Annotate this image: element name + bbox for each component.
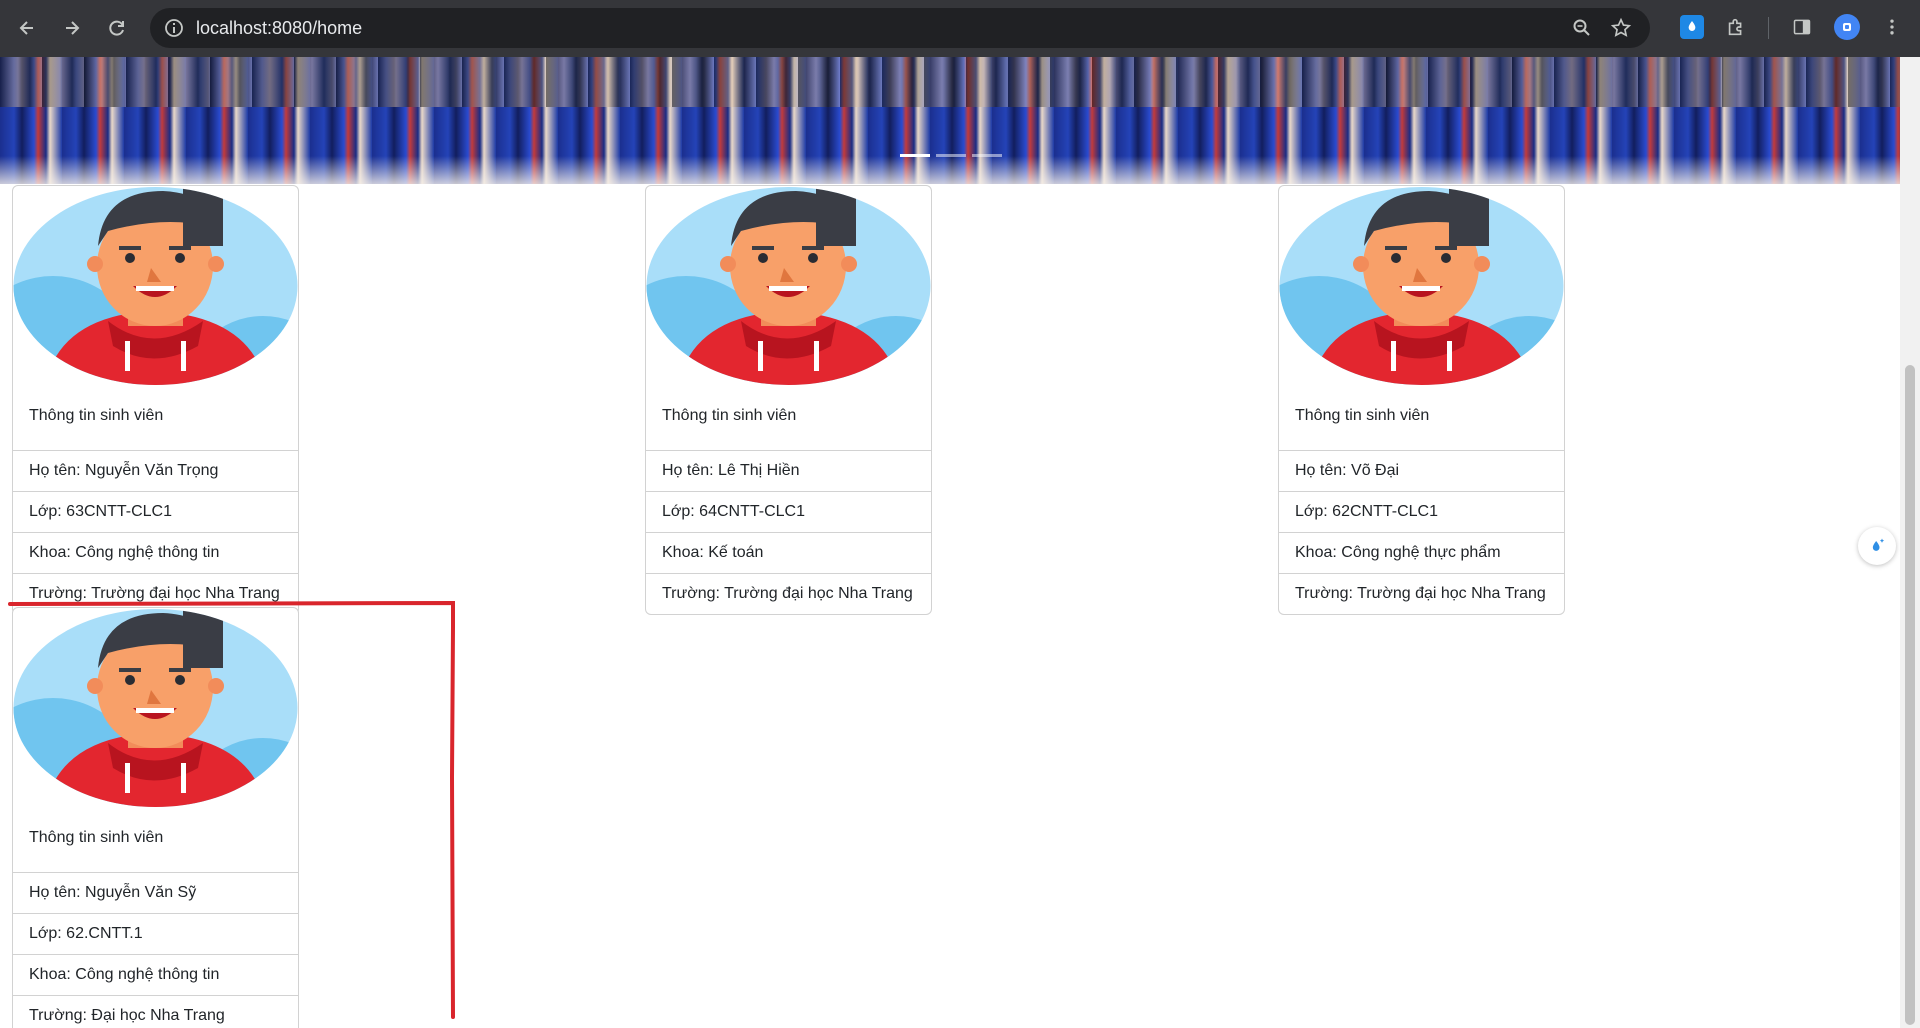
sparkle-drop-icon bbox=[1872, 538, 1885, 551]
student-info-list: Họ tên: Lê Thị Hiền Lớp: 64CNTT-CLC1 Kho… bbox=[646, 450, 931, 614]
reload-icon bbox=[109, 20, 124, 36]
browser-toolbar: localhost:8080/home bbox=[0, 0, 1920, 57]
student-card: Thông tin sinh viên Họ tên: Lê Thị Hiền … bbox=[645, 185, 932, 615]
student-class: Lớp: 63CNTT-CLC1 bbox=[13, 491, 298, 532]
banner-fade bbox=[0, 156, 1900, 184]
menu-icon[interactable] bbox=[1880, 15, 1904, 39]
student-card: Thông tin sinh viên Họ tên: Nguyễn Văn T… bbox=[12, 185, 299, 615]
student-card: Thông tin sinh viên Họ tên: Võ Đại Lớp: … bbox=[1278, 185, 1565, 615]
back-icon bbox=[19, 21, 33, 35]
card-title: Thông tin sinh viên bbox=[1295, 407, 1430, 424]
forward-button[interactable] bbox=[58, 14, 86, 42]
address-bar[interactable]: localhost:8080/home bbox=[150, 8, 1650, 48]
student-name: Họ tên: Võ Đại bbox=[1279, 450, 1564, 491]
student-faculty: Khoa: Kế toán bbox=[646, 532, 931, 573]
student-faculty: Khoa: Công nghệ thực phẩm bbox=[1279, 532, 1564, 573]
red-annotation-line bbox=[8, 600, 455, 1019]
floating-assistant-button[interactable] bbox=[1858, 527, 1896, 565]
url-text[interactable]: localhost:8080/home bbox=[196, 18, 362, 38]
carousel-indicator[interactable] bbox=[936, 154, 966, 157]
profile-icon[interactable] bbox=[1834, 14, 1860, 40]
zoom-icon[interactable] bbox=[1572, 18, 1592, 38]
card-title: Thông tin sinh viên bbox=[662, 407, 797, 424]
side-panel-icon[interactable] bbox=[1790, 15, 1814, 39]
student-name: Họ tên: Lê Thị Hiền bbox=[646, 450, 931, 491]
student-name: Họ tên: Nguyễn Văn Trọng bbox=[13, 450, 298, 491]
carousel-indicator[interactable] bbox=[900, 154, 930, 157]
toolbar-separator bbox=[1768, 17, 1769, 39]
forward-icon bbox=[66, 21, 80, 35]
student-info-list: Họ tên: Võ Đại Lớp: 62CNTT-CLC1 Khoa: Cô… bbox=[1279, 450, 1564, 614]
student-school: Trường: Trường đại học Nha Trang bbox=[646, 573, 931, 614]
student-faculty: Khoa: Công nghệ thông tin bbox=[13, 532, 298, 573]
student-info-list: Họ tên: Nguyễn Văn Trọng Lớp: 63CNTT-CLC… bbox=[13, 450, 298, 614]
card-title: Thông tin sinh viên bbox=[29, 407, 164, 424]
page-scrollbar[interactable] bbox=[1900, 57, 1920, 1028]
puzzle-icon[interactable] bbox=[1724, 15, 1748, 39]
student-class: Lớp: 64CNTT-CLC1 bbox=[646, 491, 931, 532]
info-icon[interactable] bbox=[164, 18, 184, 38]
carousel-indicator[interactable] bbox=[972, 154, 1002, 157]
carousel-banner[interactable] bbox=[0, 57, 1900, 184]
back-button[interactable] bbox=[13, 14, 41, 42]
student-avatar-icon bbox=[13, 187, 298, 385]
page-content: Thông tin sinh viên Họ tên: Nguyễn Văn T… bbox=[0, 57, 1900, 1028]
star-icon[interactable] bbox=[1610, 17, 1632, 39]
scrollbar-thumb[interactable] bbox=[1905, 365, 1915, 1025]
student-class: Lớp: 62CNTT-CLC1 bbox=[1279, 491, 1564, 532]
student-school: Trường: Trường đại học Nha Trang bbox=[1279, 573, 1564, 614]
extension-drop-icon[interactable] bbox=[1680, 15, 1704, 39]
student-avatar-icon bbox=[646, 187, 931, 385]
carousel-indicators bbox=[900, 154, 1002, 157]
student-avatar-icon bbox=[1279, 187, 1564, 385]
reload-button[interactable] bbox=[103, 14, 131, 42]
